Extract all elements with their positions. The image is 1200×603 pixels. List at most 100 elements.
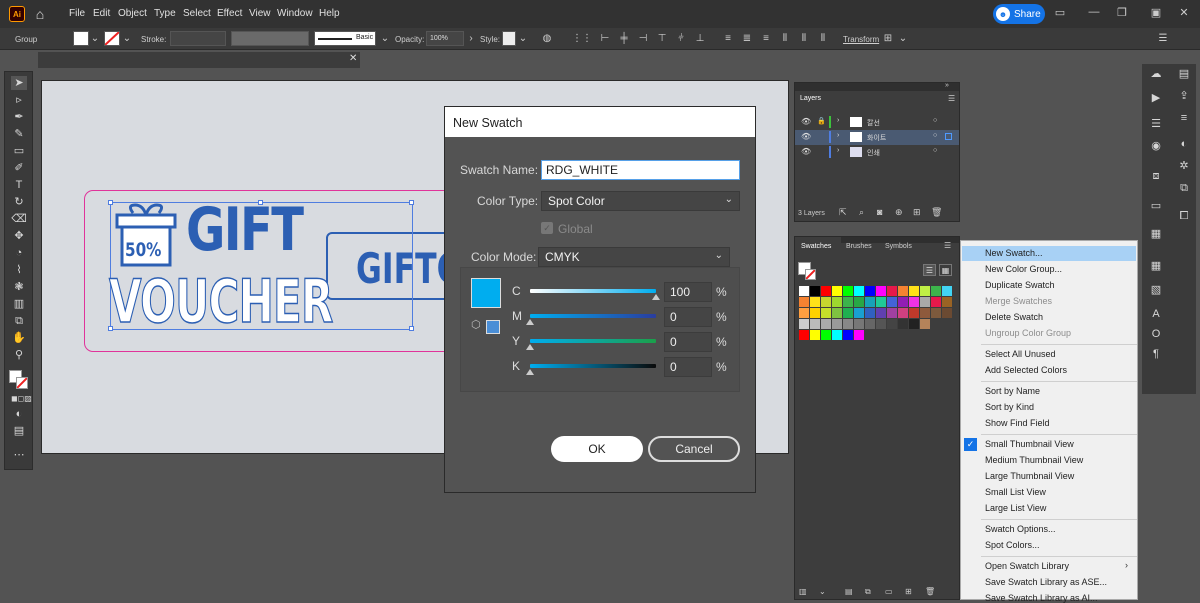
properties-icon[interactable]: ▤ bbox=[1176, 66, 1192, 82]
color-swatch[interactable] bbox=[920, 297, 930, 307]
artboards-panel-icon[interactable]: ⧠ bbox=[1176, 208, 1192, 224]
target-circle-icon[interactable]: ○ bbox=[933, 132, 937, 139]
color-swatch[interactable] bbox=[810, 286, 820, 296]
color-mode-select[interactable]: CMYK ⌄ bbox=[538, 247, 730, 267]
expand-chevron-icon[interactable]: › bbox=[837, 147, 839, 154]
out-of-gamut-icon[interactable]: ⬡ bbox=[471, 318, 481, 331]
workspace-icon[interactable]: ▣ bbox=[1148, 6, 1164, 22]
flyout-item[interactable]: Show Find Field bbox=[985, 418, 1050, 428]
color-swatch[interactable] bbox=[854, 286, 864, 296]
color-swatch[interactable] bbox=[865, 286, 875, 296]
close-tab-icon[interactable]: ✕ bbox=[349, 53, 357, 64]
transform-panel-icon[interactable]: ⧈ bbox=[1148, 168, 1164, 184]
menu-window[interactable]: Window bbox=[277, 8, 313, 19]
color-swatch[interactable] bbox=[920, 286, 930, 296]
symbol-sprayer-tool-icon[interactable]: ❃ bbox=[11, 280, 27, 294]
handle-tr[interactable] bbox=[409, 200, 414, 205]
cyan-slider-thumb[interactable] bbox=[652, 294, 660, 300]
flyout-item[interactable]: Small List View bbox=[985, 487, 1046, 497]
libraries-icon[interactable]: ☁ bbox=[1148, 66, 1164, 82]
rectangle-tool-icon[interactable]: ▭ bbox=[11, 144, 27, 158]
isolate-group-icon[interactable]: ⊞ bbox=[882, 33, 894, 45]
stroke-swatch[interactable] bbox=[104, 31, 120, 46]
flyout-item[interactable]: Spot Colors... bbox=[985, 540, 1040, 550]
color-swatch[interactable] bbox=[920, 319, 930, 329]
target-circle-icon[interactable]: ○ bbox=[933, 147, 937, 154]
panel-menu-icon[interactable]: ☰ bbox=[948, 94, 955, 103]
distribute-bottom-icon[interactable]: ≡ bbox=[760, 33, 772, 45]
fill-dropdown-icon[interactable]: ⌄ bbox=[89, 33, 101, 45]
thumbnail-view-icon[interactable]: ▦ bbox=[939, 264, 952, 276]
recolor-artwork-icon[interactable]: ◍ bbox=[541, 33, 553, 45]
comments-icon[interactable]: ▭ bbox=[1148, 198, 1164, 214]
color-swatch[interactable] bbox=[854, 308, 864, 318]
color-swatch[interactable] bbox=[799, 286, 809, 296]
lock-icon[interactable]: 🔒 bbox=[817, 117, 826, 125]
color-swatch[interactable] bbox=[887, 286, 897, 296]
color-swatch[interactable] bbox=[909, 297, 919, 307]
direct-selection-tool-icon[interactable]: ▹ bbox=[11, 93, 27, 107]
flyout-item[interactable]: Delete Swatch bbox=[985, 312, 1043, 322]
color-swatch[interactable] bbox=[898, 308, 908, 318]
color-swatch[interactable] bbox=[920, 308, 930, 318]
links-icon[interactable]: ⧉ bbox=[1176, 180, 1192, 196]
puppet-warp-tool-icon[interactable]: ✥ bbox=[11, 229, 27, 243]
color-swatch[interactable] bbox=[887, 319, 897, 329]
share-button[interactable]: ☻ Share bbox=[993, 4, 1045, 24]
expand-chevron-icon[interactable]: › bbox=[837, 132, 839, 139]
color-swatch[interactable] bbox=[832, 308, 842, 318]
color-swatch[interactable] bbox=[821, 319, 831, 329]
cancel-button[interactable]: Cancel bbox=[648, 436, 740, 462]
draw-mode-icon[interactable]: ◐ bbox=[11, 407, 27, 421]
color-guide-icon[interactable]: ✲ bbox=[1176, 158, 1192, 174]
menu-effect[interactable]: Effect bbox=[217, 8, 242, 19]
flyout-item[interactable]: Small Thumbnail View bbox=[985, 439, 1074, 449]
selected-art-indicator[interactable] bbox=[945, 133, 952, 140]
color-swatch[interactable] bbox=[876, 308, 886, 318]
actions-icon[interactable]: ▶ bbox=[1148, 90, 1164, 106]
layer-name[interactable]: 화이트 bbox=[867, 133, 886, 143]
pen-tool-icon[interactable]: ✒ bbox=[11, 110, 27, 124]
graph-tool-icon[interactable]: ▥ bbox=[11, 297, 27, 311]
color-swatch[interactable] bbox=[810, 297, 820, 307]
color-swatch[interactable] bbox=[810, 319, 820, 329]
color-swatch[interactable] bbox=[832, 330, 842, 340]
symbols-tab[interactable]: Symbols bbox=[885, 243, 912, 250]
swatches-panel-menu-icon[interactable]: ☰ bbox=[944, 241, 951, 250]
yellow-slider-track[interactable] bbox=[530, 339, 656, 343]
layer-row[interactable]: 👁 › 화이트 ○ bbox=[795, 130, 959, 145]
color-swatch[interactable] bbox=[799, 319, 809, 329]
global-checkbox[interactable]: ✓ bbox=[541, 222, 553, 234]
color-swatch[interactable] bbox=[832, 319, 842, 329]
color-swatch[interactable] bbox=[942, 286, 952, 296]
edit-toolbar-icon[interactable]: ⋯ bbox=[11, 448, 27, 462]
menu-type[interactable]: Type bbox=[154, 8, 176, 19]
minimize-icon[interactable]: — bbox=[1086, 6, 1102, 22]
color-swatch[interactable] bbox=[898, 297, 908, 307]
magenta-slider-track[interactable] bbox=[530, 314, 656, 318]
transform-dropdown-icon[interactable]: ⌄ bbox=[897, 33, 909, 45]
distribute-center-icon[interactable]: ⦀ bbox=[798, 33, 810, 45]
color-swatch[interactable] bbox=[898, 286, 908, 296]
curvature-tool-icon[interactable]: ✎ bbox=[11, 127, 27, 141]
color-swatch[interactable] bbox=[843, 297, 853, 307]
color-swatch[interactable] bbox=[832, 286, 842, 296]
add-to-library-icon[interactable]: ⧉ bbox=[865, 587, 871, 597]
opacity-field[interactable]: 100% bbox=[426, 31, 464, 46]
align-left-icon[interactable]: ⊢ bbox=[599, 33, 611, 45]
style-dropdown-icon[interactable]: ⌄ bbox=[517, 33, 529, 45]
swatch-name-input[interactable]: RDG_WHITE bbox=[541, 160, 740, 180]
layer-name[interactable]: 인쇄 bbox=[867, 148, 880, 158]
color-swatch[interactable] bbox=[876, 297, 886, 307]
appearance-icon[interactable]: ◉ bbox=[1148, 138, 1164, 154]
selection-tool-icon[interactable]: ➤ bbox=[11, 76, 27, 90]
flyout-item[interactable]: Duplicate Swatch bbox=[985, 280, 1055, 290]
yellow-slider-thumb[interactable] bbox=[526, 344, 534, 350]
new-layer-icon[interactable]: ⊞ bbox=[913, 207, 921, 218]
brush-dropdown-icon[interactable]: ⌄ bbox=[379, 33, 391, 45]
rotate-tool-icon[interactable]: ↻ bbox=[11, 195, 27, 209]
shape-builder-tool-icon[interactable]: ◔ bbox=[11, 246, 27, 260]
paragraph-icon[interactable]: ¶ bbox=[1148, 346, 1164, 362]
align-center-icon[interactable]: ╪ bbox=[618, 33, 630, 45]
distribute-middle-icon[interactable]: ≣ bbox=[741, 33, 753, 45]
